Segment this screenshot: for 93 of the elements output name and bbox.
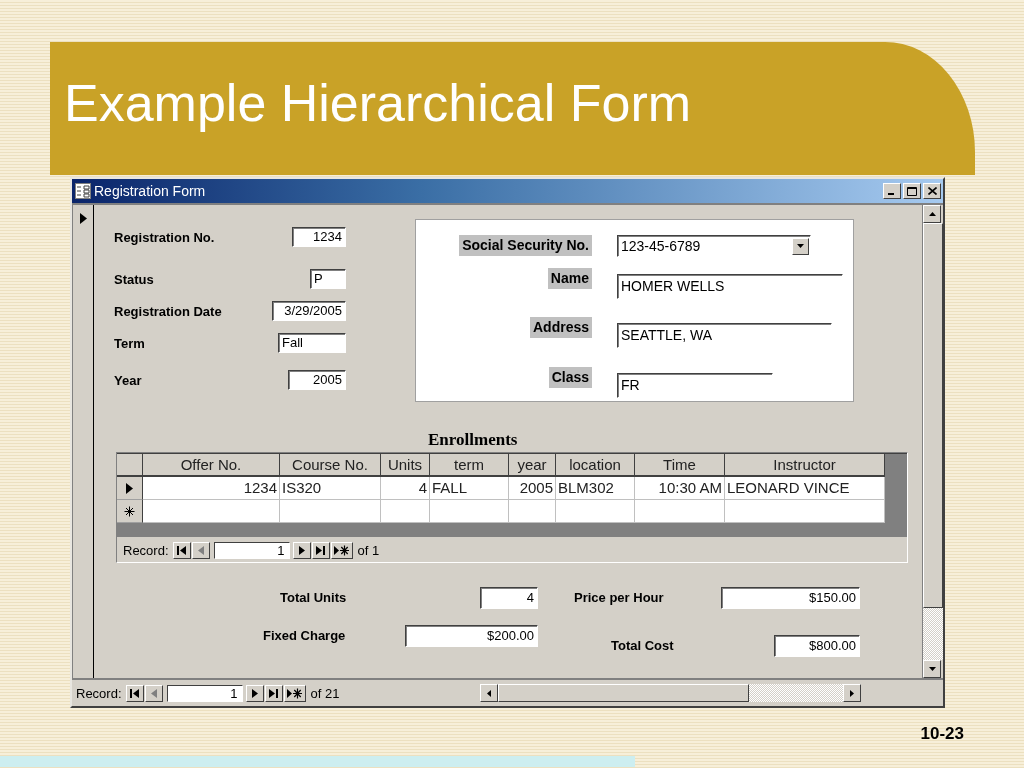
last-record-button[interactable] xyxy=(264,684,283,702)
vertical-scrollbar[interactable] xyxy=(922,205,943,678)
next-record-button[interactable] xyxy=(292,541,311,559)
down-arrow-icon xyxy=(928,667,936,671)
horizontal-scrollbar[interactable] xyxy=(480,684,862,702)
new-record-button[interactable] xyxy=(330,541,353,559)
table-cell: IS320 xyxy=(280,477,381,500)
maximize-icon xyxy=(907,186,917,196)
column-header[interactable]: year xyxy=(509,454,556,477)
form-icon xyxy=(75,183,91,199)
first-record-button[interactable] xyxy=(125,684,144,702)
field-label: Total Cost xyxy=(611,637,675,655)
text-field[interactable]: HOMER WELLS xyxy=(617,274,843,299)
table-cell: LEONARD VINCE xyxy=(725,477,885,500)
scroll-down-button[interactable] xyxy=(923,660,941,678)
next-record-icon xyxy=(298,545,305,555)
left-arrow-icon xyxy=(487,689,492,697)
field-label: Class xyxy=(548,367,592,388)
column-header[interactable]: Offer No. xyxy=(143,454,280,477)
field-label: Name xyxy=(547,268,592,289)
window-title: Registration Form xyxy=(94,183,207,199)
table-cell: BLM302 xyxy=(556,477,635,500)
record-label: Record: xyxy=(76,685,122,701)
total-field: $200.00 xyxy=(405,625,538,647)
table-cell: 1234 xyxy=(143,477,280,500)
field-label: Status xyxy=(114,271,154,287)
text-field[interactable]: 2005 xyxy=(288,370,346,390)
record-count: of 21 xyxy=(310,685,340,701)
next-record-icon xyxy=(251,688,258,698)
new-record-icon xyxy=(334,544,350,556)
text-field[interactable]: SEATTLE, WA xyxy=(617,323,832,348)
record-number-field[interactable]: 1 xyxy=(213,541,290,559)
total-field: $150.00 xyxy=(721,587,860,609)
column-header[interactable]: term xyxy=(430,454,509,477)
record-label: Record: xyxy=(123,542,169,558)
field-label: Year xyxy=(114,372,142,388)
column-header[interactable]: Instructor xyxy=(725,454,885,477)
last-record-icon xyxy=(269,688,279,698)
new-record-icon xyxy=(287,687,303,699)
scroll-thumb[interactable] xyxy=(498,684,750,702)
first-record-icon xyxy=(130,688,140,698)
previous-record-icon xyxy=(150,688,157,698)
dropdown-arrow-icon xyxy=(797,244,804,248)
close-button[interactable] xyxy=(923,183,941,199)
column-header[interactable]: Units xyxy=(381,454,430,477)
field-label: Registration Date xyxy=(114,303,222,319)
column-header[interactable]: location xyxy=(556,454,635,477)
new-row-icon xyxy=(124,505,135,517)
column-header[interactable]: Course No. xyxy=(280,454,381,477)
total-field: 4 xyxy=(480,587,538,609)
maximize-button[interactable] xyxy=(903,183,921,199)
minimize-button[interactable] xyxy=(883,183,901,199)
first-record-button[interactable] xyxy=(172,541,191,559)
scroll-right-button[interactable] xyxy=(843,684,862,702)
table-cell: 4 xyxy=(381,477,430,500)
last-record-button[interactable] xyxy=(311,541,330,559)
first-record-icon xyxy=(177,545,187,555)
last-record-icon xyxy=(316,545,326,555)
date-field[interactable]: 3/29/2005 xyxy=(272,301,346,321)
field-label: Registration No. xyxy=(114,229,215,245)
record-number-field[interactable]: 1 xyxy=(166,684,243,702)
ssn-dropdown[interactable]: 123-45-6789 xyxy=(617,235,811,257)
scroll-up-button[interactable] xyxy=(923,205,941,223)
column-header[interactable]: Time xyxy=(635,454,725,477)
record-count: of 1 xyxy=(357,542,380,558)
field-label: Price per Hour xyxy=(574,589,665,607)
field-label: Social Security No. xyxy=(459,235,592,256)
scroll-left-button[interactable] xyxy=(480,684,499,702)
slide-title: Example Hierarchical Form xyxy=(64,73,692,134)
new-record-button[interactable] xyxy=(283,684,306,702)
total-field: $800.00 xyxy=(774,635,860,657)
close-icon xyxy=(927,187,937,195)
dropdown-button[interactable] xyxy=(792,237,809,255)
text-field[interactable]: 1234 xyxy=(292,227,346,247)
text-field[interactable]: P xyxy=(310,269,346,289)
field-label: Total Units xyxy=(280,589,348,607)
table-cell: FALL xyxy=(430,477,509,500)
table-cell: 10:30 AM xyxy=(635,477,725,500)
table-cell: 2005 xyxy=(509,477,556,500)
up-arrow-icon xyxy=(928,212,936,216)
row-selector[interactable] xyxy=(117,500,143,523)
field-label: Term xyxy=(114,335,145,351)
field-label: Address xyxy=(529,317,592,338)
field-label: Fixed Charge xyxy=(263,627,347,645)
scroll-thumb[interactable] xyxy=(923,223,943,608)
previous-record-icon xyxy=(197,545,204,555)
right-arrow-icon xyxy=(850,689,855,697)
subform-title: Enrollments xyxy=(427,429,519,451)
row-selector[interactable] xyxy=(117,477,143,500)
text-field[interactable]: Fall xyxy=(278,333,346,353)
page-number: 10-23 xyxy=(920,724,964,744)
next-record-button[interactable] xyxy=(245,684,264,702)
text-field[interactable]: FR xyxy=(617,373,773,398)
